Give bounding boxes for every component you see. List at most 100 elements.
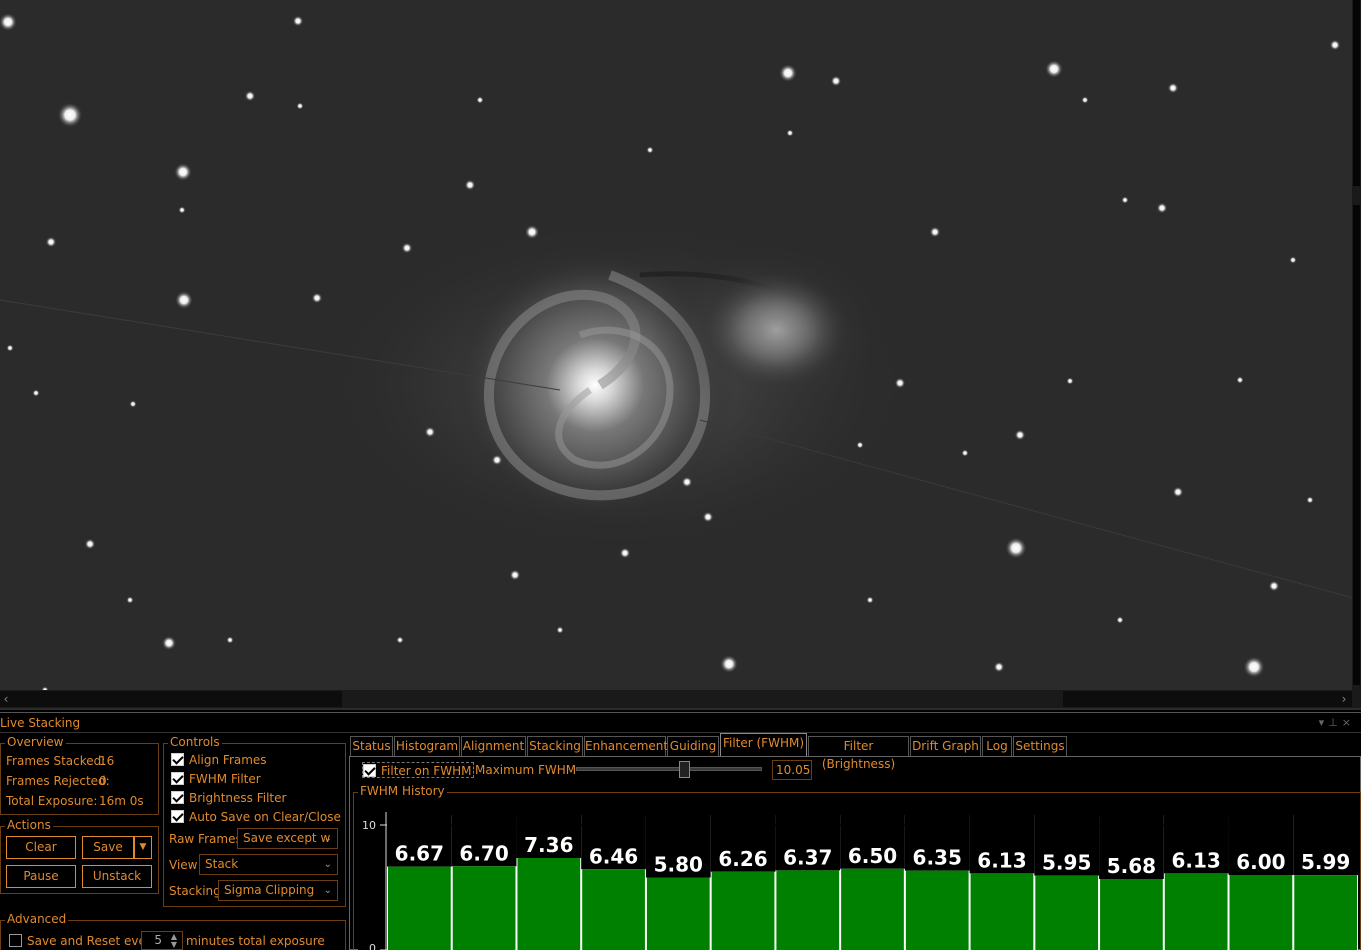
checkbox-checked-icon[interactable] [171,772,184,785]
save-reset-minutes-spinner[interactable]: 5 ▲ ▼ [141,931,183,950]
maximum-fwhm-value[interactable]: 10.05 [776,763,810,777]
fwhm-filter-label: FWHM Filter [189,772,261,786]
checkbox-unchecked-icon[interactable] [9,934,22,947]
star [1005,537,1027,559]
fwhm-history-legend: FWHM History [358,784,447,798]
save-dropdown-icon[interactable]: ▼ [134,836,152,859]
align-frames-checkbox[interactable]: Align Frames [171,752,267,768]
scroll-track-left[interactable] [0,691,342,707]
tab-status[interactable]: Status [350,736,393,756]
image-viewer[interactable]: ‹ › [0,0,1361,710]
save-reset-minutes-value[interactable]: 5 [154,933,162,947]
tab-alignment[interactable]: Alignment [461,736,526,756]
close-icon[interactable]: × [1342,716,1355,729]
vertical-scrollbar[interactable] [1352,0,1361,708]
tab-histogram[interactable]: Histogram [394,736,460,756]
fwhm-bar [388,866,451,950]
stacking-select[interactable]: Sigma Clipping ⌄ [218,880,338,901]
fwhm-bar-label: 5.80 [654,853,703,877]
fwhm-bar-label: 7.36 [524,833,573,857]
filter-on-fwhm-label: Filter on FWHM [381,764,472,778]
overview-legend: Overview [5,735,66,749]
fwhm-filter-checkbox[interactable]: FWHM Filter [171,771,261,787]
scroll-track[interactable] [1353,205,1360,685]
scroll-left-icon[interactable]: ‹ [0,690,12,708]
clear-button[interactable]: Clear [6,836,76,859]
unstack-button[interactable]: Unstack [82,865,152,888]
tab-filter-brightness[interactable]: Filter (Brightness) [808,736,909,771]
save-reset-checkbox[interactable]: Save and Reset every [9,933,158,949]
maximum-fwhm-label: Maximum FWHM [475,763,577,777]
chevron-down-icon[interactable]: ⌄ [324,881,332,900]
frames-stacked-value: 16 [99,754,115,768]
checkbox-checked-icon[interactable] [171,791,184,804]
star [720,655,738,673]
fwhm-bar [452,866,516,950]
tab-label: Guiding [669,739,717,753]
star [1167,82,1179,94]
star [619,547,631,559]
chevron-down-icon[interactable]: ⌄ [324,855,332,874]
pause-button[interactable]: Pause [6,865,76,888]
star [296,102,304,110]
actions-legend: Actions [5,818,53,832]
star [126,596,134,604]
star [524,224,540,240]
fwhm-bar-label: 6.67 [395,842,444,866]
tab-drift-graph[interactable]: Drift Graph [910,736,981,756]
minutes-total-exposure-label: minutes total exposure [186,934,325,948]
tab-filter-fwhm[interactable]: Filter (FWHM) [720,733,807,757]
tab-stacking[interactable]: Stacking [527,736,583,756]
raw-frames-select[interactable]: Save except w ⌄ [237,828,338,849]
spinner-arrows-icon[interactable]: ▲ ▼ [171,933,177,949]
chevron-down-icon[interactable]: ⌄ [324,829,332,848]
star [894,377,906,389]
tab-label: Alignment [462,739,525,753]
star [1081,96,1089,104]
star [32,389,40,397]
fwhm-bar [711,871,775,950]
star [1156,202,1168,214]
fwhm-bar [582,869,645,950]
tab-guiding[interactable]: Guiding [667,736,719,756]
checkbox-checked-icon[interactable] [363,764,376,777]
star [129,400,137,408]
panel-window-controls[interactable]: ▾⊥× [1319,716,1355,729]
dropdown-icon[interactable]: ▾ [1319,716,1329,729]
view-select[interactable]: Stack ⌄ [199,854,338,875]
scroll-thumb[interactable] [1353,0,1360,186]
star [702,511,714,523]
tab-enhancement[interactable]: Enhancement [584,736,668,756]
star [1121,196,1129,204]
fwhm-bar-label: 5.95 [1042,851,1091,875]
checkbox-checked-icon[interactable] [171,810,184,823]
maximum-fwhm-input[interactable]: 10.05 [772,760,812,780]
star [779,64,797,82]
horizontal-scrollbar[interactable]: ‹ › [0,690,1352,708]
tab-log[interactable]: Log [982,736,1012,756]
slider-thumb[interactable] [678,761,690,778]
scroll-track-right[interactable] [1063,691,1352,707]
fwhm-bar-label: 6.00 [1236,850,1285,874]
star [556,626,564,634]
filter-on-fwhm-checkbox[interactable]: Filter on FWHM [362,762,475,778]
brightness-filter-label: Brightness Filter [189,791,287,805]
star [1289,256,1297,264]
maximum-fwhm-slider[interactable] [576,761,762,778]
star [311,292,323,304]
star [856,441,864,449]
star [646,146,654,154]
fwhm-bar [1100,879,1163,950]
save-button[interactable]: Save [82,836,134,859]
brightness-filter-checkbox[interactable]: Brightness Filter [171,790,286,806]
scroll-right-icon[interactable]: › [1338,690,1350,708]
checkbox-checked-icon[interactable] [171,753,184,766]
raw-frames-value: Save except w [243,831,331,845]
auto-save-checkbox[interactable]: Auto Save on Clear/Close [171,809,341,825]
fwhm-bar [1035,875,1099,950]
tab-label: Drift Graph [912,739,979,753]
tab-settings[interactable]: Settings [1013,736,1067,756]
pin-icon[interactable]: ⊥ [1328,716,1342,729]
y-tick-label: 0 [369,942,376,950]
fwhm-bar-label: 6.37 [783,845,832,869]
